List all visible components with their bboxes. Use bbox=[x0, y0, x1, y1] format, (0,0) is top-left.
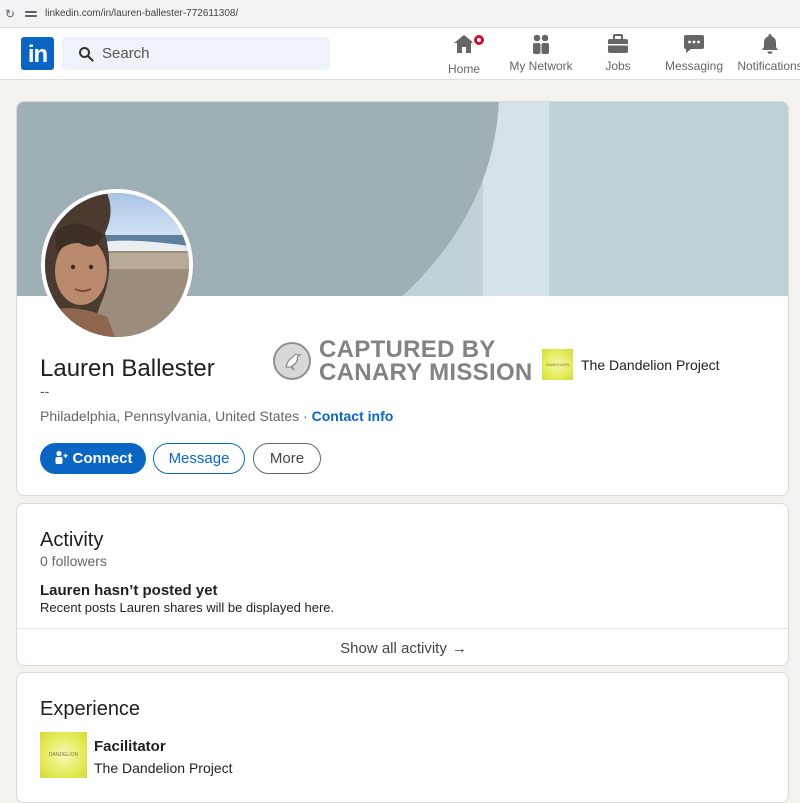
nav-messaging[interactable]: Messaging bbox=[664, 32, 724, 78]
browser-address-bar: ↻ linkedin.com/in/lauren-ballester-77261… bbox=[0, 0, 800, 28]
profile-location: Philadelphia, Pennsylvania, United State… bbox=[40, 408, 300, 424]
message-button[interactable]: Message bbox=[153, 443, 245, 474]
search-icon bbox=[79, 46, 94, 62]
more-button[interactable]: More bbox=[253, 443, 321, 474]
contact-info-link[interactable]: Contact info bbox=[312, 408, 394, 424]
experience-role: Facilitator bbox=[94, 738, 166, 755]
nav-home-label: Home bbox=[447, 62, 480, 76]
nav-notifications[interactable]: Notifications bbox=[737, 32, 800, 78]
show-all-activity-button[interactable]: Show all activity → bbox=[17, 628, 788, 665]
profile-card: Lauren Ballester -- Philadelphia, Pennsy… bbox=[16, 101, 789, 496]
nav-jobs[interactable]: Jobs bbox=[600, 32, 636, 78]
search-bar[interactable] bbox=[62, 37, 330, 70]
connect-button[interactable]: Connect bbox=[40, 443, 146, 474]
activity-card: Activity 0 followers Lauren hasn’t poste… bbox=[16, 503, 789, 666]
experience-company-logo[interactable]: DANDELION bbox=[40, 732, 87, 778]
avatar[interactable] bbox=[41, 189, 193, 341]
messaging-icon bbox=[684, 35, 704, 53]
no-posts-heading: Lauren hasn’t posted yet bbox=[40, 582, 218, 599]
experience-title: Experience bbox=[40, 698, 141, 720]
connect-label: Connect bbox=[72, 450, 133, 467]
briefcase-icon bbox=[608, 34, 628, 53]
network-icon bbox=[533, 34, 549, 54]
profile-headline: -- bbox=[40, 383, 50, 399]
avatar-photo bbox=[45, 193, 189, 337]
reload-icon[interactable]: ↻ bbox=[5, 8, 17, 20]
followers-count[interactable]: 0 followers bbox=[40, 553, 107, 569]
linkedin-logo[interactable]: in bbox=[21, 37, 54, 70]
search-input[interactable] bbox=[102, 45, 302, 62]
nav-jobs-label: Jobs bbox=[605, 59, 631, 73]
experience-company[interactable]: The Dandelion Project bbox=[94, 760, 233, 776]
experience-card: Experience DANDELION Facilitator The Dan… bbox=[16, 672, 789, 803]
add-person-icon bbox=[54, 450, 68, 467]
profile-name: Lauren Ballester bbox=[40, 355, 215, 382]
show-all-label: Show all activity bbox=[340, 639, 447, 657]
nav-notifications-label: Notifications bbox=[737, 59, 800, 73]
canary-mission-watermark: CAPTURED BY CANARY MISSION bbox=[273, 336, 533, 386]
organization-name: The Dandelion Project bbox=[581, 356, 720, 373]
activity-title: Activity bbox=[40, 529, 104, 551]
site-info-icon[interactable] bbox=[25, 9, 39, 19]
watermark-line2: CANARY MISSION bbox=[319, 359, 533, 386]
location-separator: · bbox=[299, 408, 312, 424]
dandelion-project-logo: DANDELION bbox=[542, 349, 573, 380]
top-navigation: in Home My Network Jobs bbox=[0, 28, 800, 80]
nav-my-network[interactable]: My Network bbox=[507, 32, 575, 78]
current-organization[interactable]: DANDELION The Dandelion Project bbox=[542, 349, 720, 380]
no-posts-description: Recent posts Lauren shares will be displ… bbox=[40, 600, 335, 615]
nav-messaging-label: Messaging bbox=[664, 59, 724, 73]
bell-icon bbox=[762, 34, 778, 54]
watermark-line1: CAPTURED BY bbox=[319, 336, 496, 363]
arrow-right-icon: → bbox=[451, 639, 467, 657]
nav-home[interactable]: Home bbox=[446, 32, 486, 78]
nav-my-network-label: My Network bbox=[509, 59, 573, 73]
profile-location-line: Philadelphia, Pennsylvania, United State… bbox=[40, 408, 393, 424]
url-text[interactable]: linkedin.com/in/lauren-ballester-7726113… bbox=[45, 8, 238, 19]
notification-badge bbox=[472, 33, 486, 47]
canary-bird-icon bbox=[273, 342, 311, 380]
